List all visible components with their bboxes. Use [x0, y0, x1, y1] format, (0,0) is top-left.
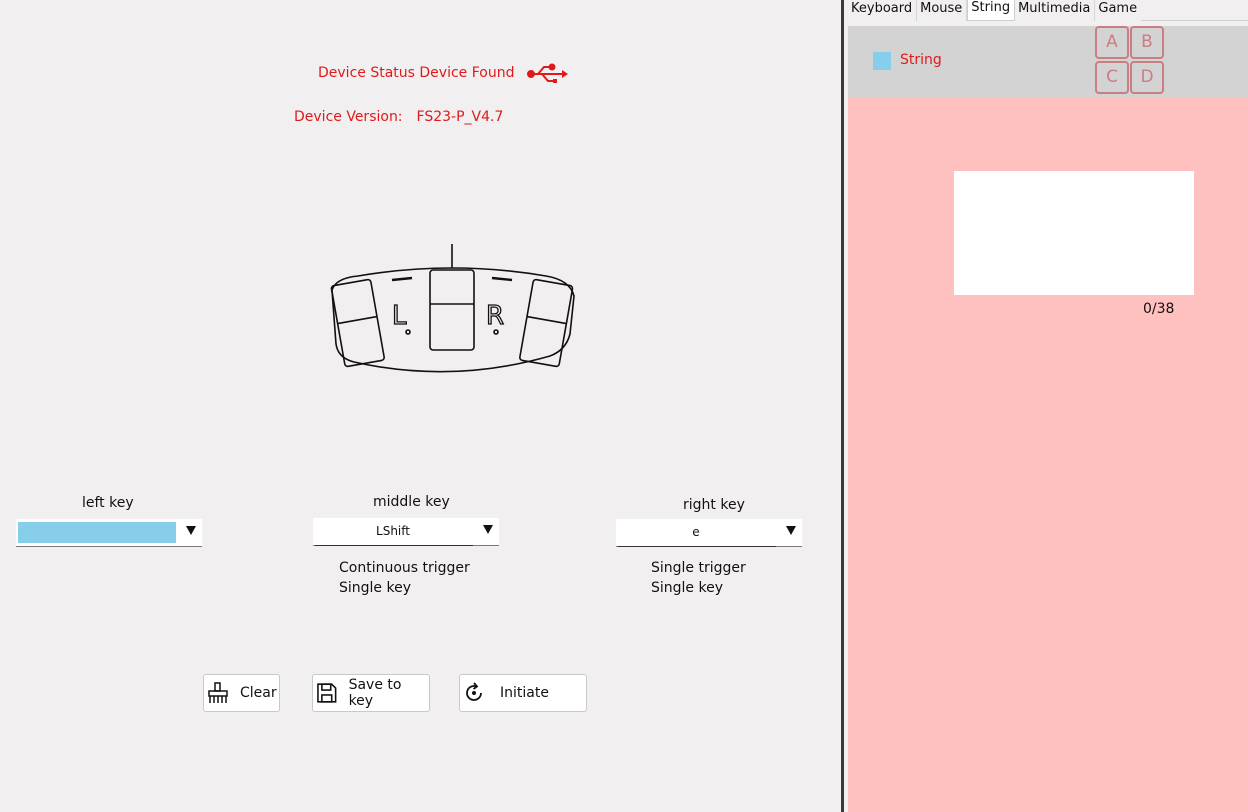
broom-icon: [208, 682, 228, 703]
foot-pedal-illustration: L R: [330, 244, 575, 373]
initiate-button-label: Initiate: [500, 685, 549, 701]
middle-key-info: Continuous trigger Single key: [339, 558, 470, 598]
device-status-value: Device Found: [419, 65, 515, 81]
character-counter: 0/38: [1143, 301, 1175, 317]
string-input-field[interactable]: [954, 171, 1194, 295]
letter-b-button[interactable]: B: [1130, 26, 1164, 59]
string-mode-header: String A B C D: [848, 26, 1248, 98]
middle-key-label: middle key: [373, 494, 450, 510]
clear-button[interactable]: Clear: [203, 674, 280, 712]
device-version-value: FS23-P_V4.7: [416, 109, 504, 125]
right-key-dropdown[interactable]: e: [616, 519, 802, 547]
clear-button-label: Clear: [240, 685, 277, 701]
refresh-icon: [466, 682, 482, 701]
tab-mouse[interactable]: Mouse: [917, 0, 968, 21]
right-key-label: right key: [683, 497, 745, 513]
device-status-label: Device Status: [318, 65, 415, 81]
combo-underline: [618, 546, 776, 547]
left-key-label: left key: [82, 495, 134, 511]
device-version: Device Version: FS23-P_V4.7: [294, 109, 503, 125]
middle-key-key-mode: Single key: [339, 580, 411, 596]
tab-string[interactable]: String: [967, 0, 1016, 20]
device-version-label: Device Version:: [294, 109, 403, 125]
main-config-panel: Device Status Device Found Device Versio…: [0, 0, 841, 812]
save-icon: [317, 683, 337, 703]
device-status: Device Status Device Found: [318, 65, 515, 81]
left-key-dropdown[interactable]: [16, 519, 202, 547]
letter-d-button[interactable]: D: [1130, 61, 1164, 94]
string-mode-label: String: [900, 52, 942, 68]
initiate-button[interactable]: Initiate: [459, 674, 587, 712]
pedal-letter-right: R: [486, 301, 504, 331]
middle-key-value: LShift: [376, 524, 410, 538]
usb-icon: [527, 63, 568, 83]
mode-tabs: Keyboard Mouse String Multimedia Game: [848, 0, 1248, 21]
dropdown-arrow-icon[interactable]: [483, 525, 493, 534]
right-key-value: e: [692, 525, 700, 539]
right-key-key-mode: Single key: [651, 580, 723, 596]
dropdown-arrow-icon[interactable]: [786, 526, 796, 535]
pedal-letter-left: L: [392, 301, 407, 331]
dropdown-arrow-icon[interactable]: [186, 526, 196, 535]
tab-multimedia[interactable]: Multimedia: [1015, 0, 1096, 21]
middle-key-trigger-mode: Continuous trigger: [339, 560, 470, 576]
letter-c-button[interactable]: C: [1095, 61, 1129, 94]
string-mode-checkbox[interactable]: [873, 52, 891, 70]
save-to-key-button-label: Save to key: [348, 677, 402, 709]
save-to-key-button[interactable]: Save to key: [312, 674, 430, 712]
tab-keyboard[interactable]: Keyboard: [848, 0, 918, 21]
letter-a-button[interactable]: A: [1095, 26, 1129, 59]
right-key-trigger-mode: Single trigger: [651, 560, 746, 576]
right-key-info: Single trigger Single key: [651, 558, 746, 598]
combo-underline: [315, 545, 473, 546]
tab-game: Game: [1095, 0, 1142, 21]
mode-panel: Keyboard Mouse String Multimedia Game St…: [844, 0, 1248, 812]
middle-key-dropdown[interactable]: LShift: [313, 518, 499, 546]
string-editor-area: 0/38: [848, 98, 1248, 812]
left-key-selection-highlight: [18, 522, 176, 543]
